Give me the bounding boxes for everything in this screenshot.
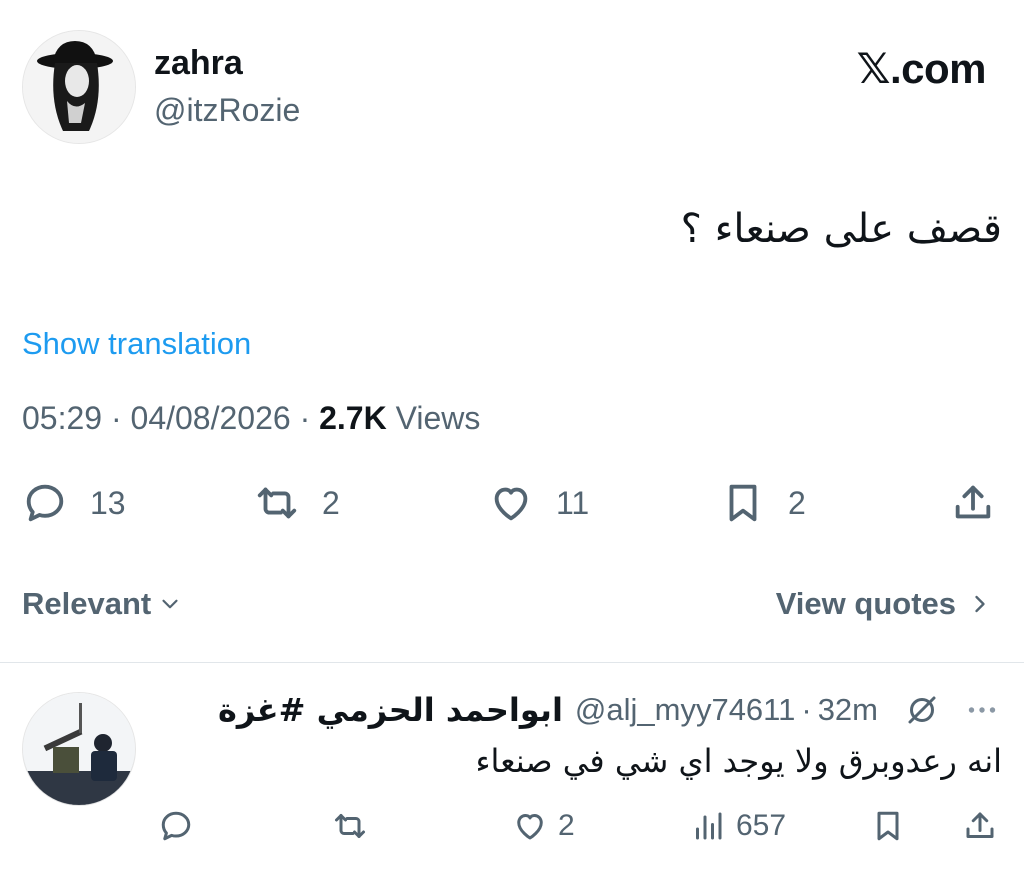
share-icon xyxy=(955,485,991,519)
reply-text: انه رعدوبرق ولا يوجد اي شي في صنعاء xyxy=(475,742,1002,780)
grok-icon[interactable] xyxy=(904,692,940,728)
reply-avatar[interactable] xyxy=(22,692,136,806)
like-button[interactable]: 11 xyxy=(488,478,589,528)
sort-label: Relevant xyxy=(22,586,152,621)
repost-icon xyxy=(335,814,365,838)
tweet-date[interactable]: 04/08/2026 xyxy=(131,400,291,436)
heart-icon xyxy=(517,814,543,840)
repost-icon xyxy=(257,487,297,519)
tweet-text: قصف على صنعاء ؟ xyxy=(680,206,1002,252)
reply-share-button[interactable] xyxy=(962,806,998,846)
share-button[interactable] xyxy=(950,478,996,528)
sort-dropdown[interactable]: Relevant xyxy=(22,586,183,622)
like-count: 11 xyxy=(556,484,590,521)
reply-views-count: 657 xyxy=(736,809,787,842)
bookmark-button[interactable]: 2 xyxy=(720,478,806,528)
author-handle[interactable]: @itzRozie xyxy=(154,92,300,129)
reply-repost-button[interactable] xyxy=(332,806,368,846)
repost-count: 2 xyxy=(322,484,340,521)
author-display-name[interactable]: zahra xyxy=(154,44,243,83)
chevron-down-icon xyxy=(162,599,178,609)
reply-like-count: 2 xyxy=(558,809,575,842)
reply-icon xyxy=(161,811,191,841)
view-quotes-label: View quotes xyxy=(775,586,956,621)
reply-icon xyxy=(26,484,64,522)
divider xyxy=(0,662,1024,663)
more-options-icon[interactable] xyxy=(962,692,1002,728)
avatar-image xyxy=(23,31,135,143)
view-quotes-link[interactable]: View quotes xyxy=(776,586,994,622)
reply-reply-button[interactable] xyxy=(158,806,194,846)
analytics-icon xyxy=(696,812,722,840)
reply-separator: · xyxy=(801,692,812,727)
bookmark-icon xyxy=(877,811,899,841)
views-label: Views xyxy=(395,400,481,436)
reply-count: 13 xyxy=(90,484,126,521)
reply-handle[interactable]: @alj_myy74611 xyxy=(575,692,795,728)
reply-like-button[interactable]: 2 xyxy=(512,806,575,846)
repost-button[interactable]: 2 xyxy=(254,478,340,528)
reply-header: ابواحمد الحزمي #غزة @alj_myy74611 · 32m xyxy=(218,688,1002,732)
show-translation-link[interactable]: Show translation xyxy=(22,326,251,362)
tweet-meta: 05:29 · 04/08/2026 · 2.7K Views xyxy=(22,400,480,437)
meta-separator: · xyxy=(299,400,311,436)
reply-views-button[interactable]: 657 xyxy=(690,806,786,846)
views-count: 2.7K xyxy=(319,400,387,436)
author-avatar[interactable] xyxy=(22,30,136,144)
bookmark-count: 2 xyxy=(788,484,806,521)
reply-display-name[interactable]: ابواحمد الحزمي #غزة xyxy=(218,691,563,729)
tweet-time[interactable]: 05:29 xyxy=(22,400,102,436)
meta-separator: · xyxy=(110,400,122,436)
chevron-right-icon xyxy=(975,595,985,613)
share-icon xyxy=(966,812,994,838)
reply-bookmark-button[interactable] xyxy=(870,806,906,846)
x-logo: 𝕏.com xyxy=(856,45,987,92)
reply-time[interactable]: 32m xyxy=(818,692,878,728)
reply-avatar-image xyxy=(23,693,135,805)
heart-icon xyxy=(494,487,528,521)
bookmark-icon xyxy=(729,484,757,522)
reply-button[interactable]: 13 xyxy=(22,478,126,528)
